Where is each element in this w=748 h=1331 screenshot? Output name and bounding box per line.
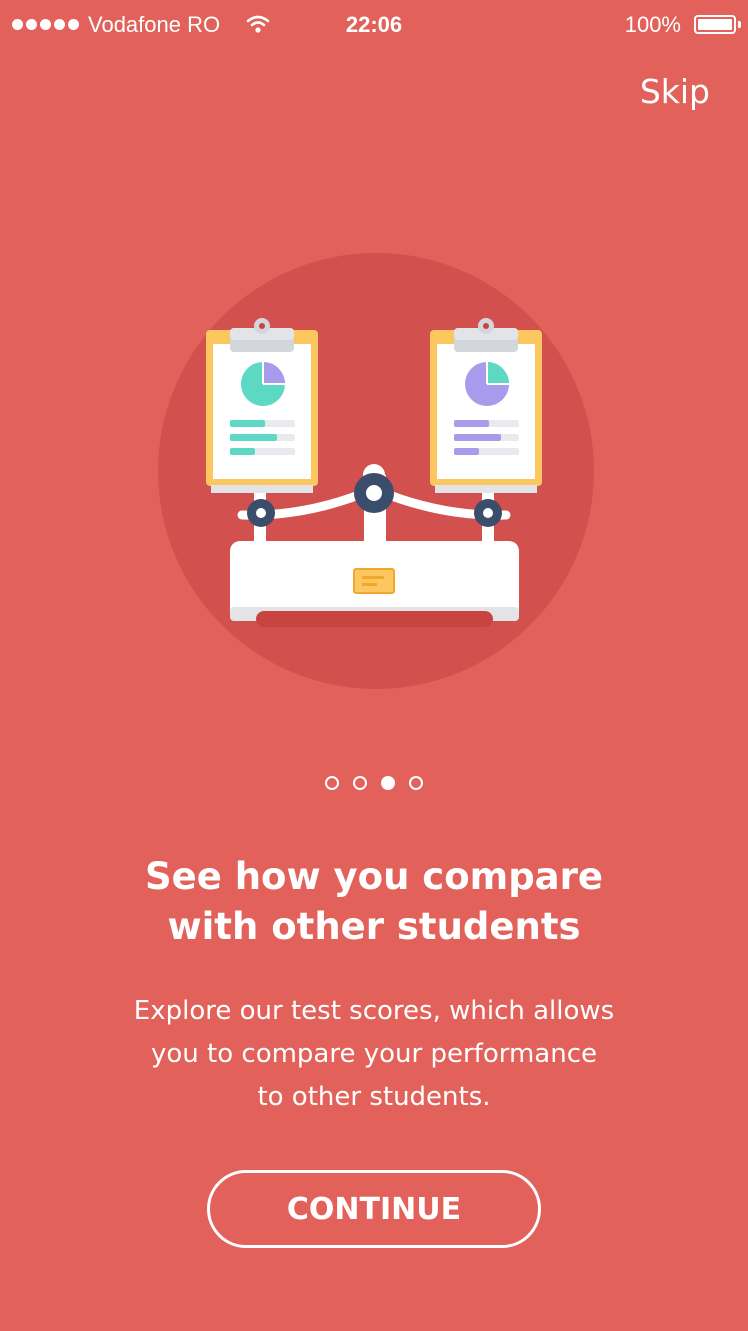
onboarding-description: Explore our test scores, which allows yo…: [110, 990, 638, 1119]
page-indicator: [0, 776, 748, 790]
description-line: you to compare your performance: [151, 1039, 597, 1069]
title-line: See how you compare: [144, 855, 603, 898]
description-line: Explore our test scores, which allows: [133, 996, 615, 1026]
status-bar: Vodafone RO 22:06 100%: [0, 0, 748, 52]
page-dot[interactable]: [353, 776, 367, 790]
page-dot-active[interactable]: [381, 776, 395, 790]
continue-button[interactable]: CONTINUE: [207, 1170, 541, 1248]
page-dot[interactable]: [409, 776, 423, 790]
battery-tip-icon: [738, 21, 741, 28]
battery-icon: [694, 15, 736, 34]
page-dot[interactable]: [325, 776, 339, 790]
balance-scale-with-clipboards-icon: [158, 253, 594, 689]
title-line: with other students: [167, 905, 581, 948]
onboarding-title: See how you compare with other students: [60, 852, 688, 952]
battery-percentage: 100%: [624, 12, 681, 37]
skip-button[interactable]: Skip: [640, 72, 710, 111]
description-line: to other students.: [257, 1082, 491, 1112]
